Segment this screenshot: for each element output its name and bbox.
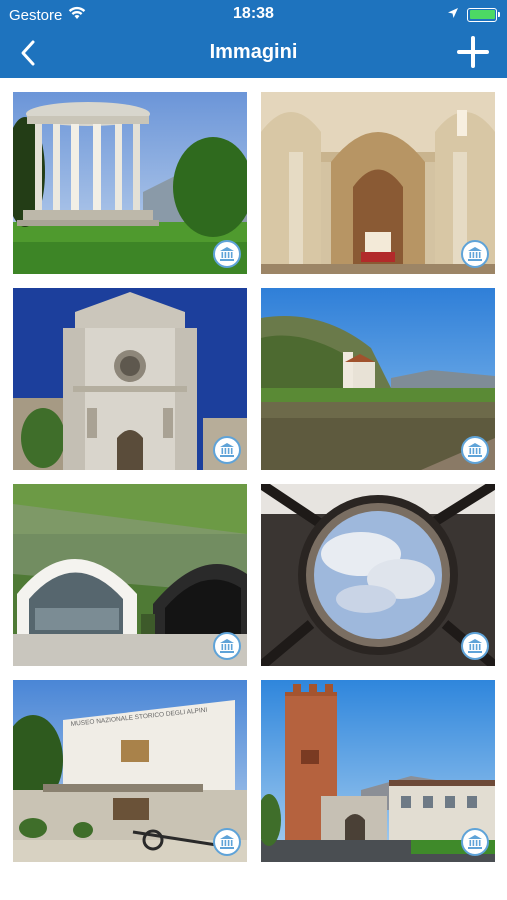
- plus-icon: [457, 36, 489, 68]
- gallery-image-tower[interactable]: [261, 680, 495, 862]
- photo-tower: [261, 680, 495, 862]
- photo-alpini-museum: MUSEO NAZIONALE STORICO DEGLI ALPINI: [13, 680, 247, 862]
- gallery-image-skylight[interactable]: [261, 484, 495, 666]
- museum-icon: [220, 247, 234, 261]
- location-arrow-icon: [447, 6, 459, 23]
- status-bar: Gestore 18:38: [0, 0, 507, 28]
- museum-icon: [468, 639, 482, 653]
- museum-badge: [461, 240, 489, 268]
- museum-icon: [220, 443, 234, 457]
- museum-badge: [461, 632, 489, 660]
- museum-badge: [213, 828, 241, 856]
- status-time: 18:38: [233, 5, 274, 22]
- gallery-image-church-interior[interactable]: [261, 92, 495, 274]
- photo-colonnade: [13, 92, 247, 274]
- museum-badge: [213, 240, 241, 268]
- museum-icon: [468, 443, 482, 457]
- gallery-image-tunnels[interactable]: [13, 484, 247, 666]
- photo-tunnels: [13, 484, 247, 666]
- museum-badge: [213, 632, 241, 660]
- museum-badge: [461, 828, 489, 856]
- add-button[interactable]: [457, 36, 489, 68]
- museum-badge: [461, 436, 489, 464]
- top-bar: Gestore 18:38 Immagini: [0, 0, 507, 78]
- gallery-image-colonnade[interactable]: [13, 92, 247, 274]
- photo-river: [261, 288, 495, 470]
- museum-icon: [468, 247, 482, 261]
- museum-icon: [220, 835, 234, 849]
- gallery-image-church-facade[interactable]: [13, 288, 247, 470]
- museum-icon: [468, 835, 482, 849]
- page-title: Immagini: [209, 41, 298, 63]
- photo-church-interior: [261, 92, 495, 274]
- navigation-bar: Immagini: [0, 28, 507, 78]
- battery-icon: [467, 7, 500, 22]
- museum-badge: [213, 436, 241, 464]
- battery-level: [469, 10, 495, 19]
- gallery-image-river[interactable]: [261, 288, 495, 470]
- status-right: [447, 6, 500, 23]
- photo-church-facade: [13, 288, 247, 470]
- museum-icon: [220, 639, 234, 653]
- photo-skylight: [261, 484, 495, 666]
- gallery-image-alpini-museum[interactable]: MUSEO NAZIONALE STORICO DEGLI ALPINI: [13, 680, 247, 862]
